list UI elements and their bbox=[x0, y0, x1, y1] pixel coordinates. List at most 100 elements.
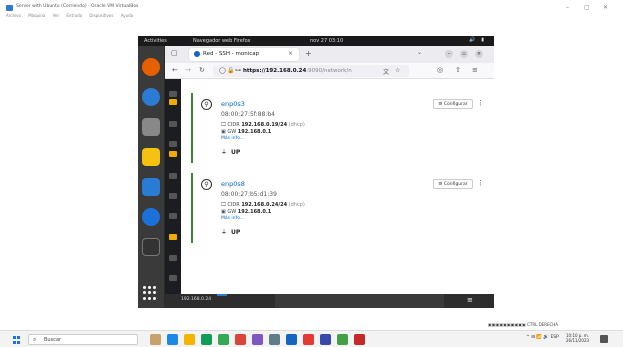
gnome-top-bar: Activities Navegador web Firefox nov 27 … bbox=[138, 36, 494, 46]
pocket-icon[interactable]: ◎ bbox=[437, 66, 443, 74]
help-icon[interactable] bbox=[142, 208, 160, 226]
reload-icon[interactable]: ↻ bbox=[199, 66, 205, 74]
firefox-navbar: ← → ↻ ◯ 🔒 ⊶ https://192.168.0.24:9090/ne… bbox=[165, 63, 494, 79]
sidebar-item-updates[interactable] bbox=[169, 234, 177, 240]
plug-icon: ⏚ bbox=[221, 229, 228, 236]
configure-button[interactable]: ⚙ Configurar bbox=[433, 99, 473, 109]
virtualbox-taskbar-icon[interactable] bbox=[320, 334, 331, 345]
key-icon: ⊶ bbox=[235, 67, 241, 74]
tab-overflow-icon[interactable]: ⌄ bbox=[417, 49, 422, 56]
taskbar-app-icon[interactable] bbox=[286, 334, 297, 345]
files-icon[interactable] bbox=[142, 118, 160, 136]
host-key-label: CTRL DERECHA bbox=[527, 322, 559, 327]
edge-icon[interactable] bbox=[167, 334, 178, 345]
interface-card: ⚲ enp0s3 08:00:27:5f:88:b4 🖵 CIDR 192.16… bbox=[191, 93, 484, 163]
sidebar-item-storage[interactable] bbox=[169, 141, 177, 147]
ff-minimize-button[interactable]: – bbox=[445, 50, 453, 58]
gnome-clock[interactable]: nov 27 03:10 bbox=[310, 38, 343, 44]
terminal-icon[interactable] bbox=[142, 238, 160, 256]
taskbar-apps bbox=[150, 334, 365, 345]
hamburger-menu-icon[interactable]: ≡ bbox=[472, 66, 478, 74]
taskbar-tray[interactable]: ^ ⊟ 📶 🔊 ESP bbox=[526, 335, 559, 340]
sidebar-item-overview[interactable] bbox=[169, 91, 177, 97]
virtualbox-icon bbox=[6, 5, 13, 11]
menu-dispositivos[interactable]: Dispositivos bbox=[89, 13, 113, 18]
forward-icon[interactable]: → bbox=[185, 66, 191, 74]
more-info-link[interactable]: Más info... bbox=[221, 216, 244, 221]
rhythmbox-icon[interactable] bbox=[142, 148, 160, 166]
windows-start-icon[interactable] bbox=[13, 336, 21, 344]
taskbar-app-icon[interactable] bbox=[354, 334, 365, 345]
interface-cidr: 🖵 CIDR 192.168.0.24/24 (dhcp) bbox=[221, 202, 305, 208]
menu-ayuda[interactable]: Ayuda bbox=[121, 13, 133, 18]
sidebar-item-tools[interactable] bbox=[169, 213, 177, 219]
interface-gateway: ▣ GW 192.168.0.1 bbox=[221, 129, 272, 135]
interface-mac: 08:00:27:5f:88:b4 bbox=[221, 111, 275, 118]
taskbar-app-icon[interactable] bbox=[235, 334, 246, 345]
minimize-button[interactable]: – bbox=[566, 4, 569, 11]
menu-maquina[interactable]: Máquina bbox=[28, 13, 45, 18]
chrome-icon[interactable] bbox=[201, 334, 212, 345]
firefox-icon[interactable] bbox=[142, 58, 160, 76]
taskbar-search[interactable]: ⌕ Buscar bbox=[28, 334, 138, 345]
taskbar-app-icon[interactable] bbox=[150, 334, 161, 345]
kebab-menu-icon[interactable]: ⋮ bbox=[477, 179, 484, 187]
sidebar-item-terminal[interactable] bbox=[169, 255, 177, 261]
vbox-status-bar: ▣▣▣▣▣▣▣▣▣▣ CTRL DERECHA bbox=[488, 322, 559, 327]
more-info-link[interactable]: Más info... bbox=[221, 136, 244, 141]
sidebar-item-accounts[interactable] bbox=[169, 173, 177, 179]
taskbar-app-icon[interactable] bbox=[269, 334, 280, 345]
restore-button[interactable]: ▢ bbox=[584, 4, 590, 11]
new-tab-button[interactable]: + bbox=[305, 49, 312, 58]
cockpit-sidebar bbox=[165, 79, 181, 294]
tab-close-icon[interactable]: × bbox=[288, 50, 293, 57]
activities-button[interactable]: Activities bbox=[144, 38, 167, 44]
location-pin-icon: ⚲ bbox=[201, 179, 212, 190]
translate-icon[interactable]: 文 bbox=[383, 67, 389, 76]
firefox-tabbar: ▢ Red - SSH - monicap × + ⌄ – ▫ × bbox=[165, 46, 494, 63]
location-pin-icon: ⚲ bbox=[201, 99, 212, 110]
explorer-icon[interactable] bbox=[184, 334, 195, 345]
interface-name[interactable]: enp0s3 bbox=[221, 100, 245, 108]
app-menu[interactable]: Navegador web Firefox bbox=[193, 38, 250, 44]
taskbar-app-icon[interactable] bbox=[252, 334, 263, 345]
host-address[interactable]: 192.168.0.24 bbox=[181, 297, 211, 302]
interface-gateway: ▣ GW 192.168.0.1 bbox=[221, 209, 272, 215]
bookmark-star-icon[interactable]: ☆ bbox=[395, 67, 400, 74]
interface-state: ⏚ UP bbox=[221, 149, 241, 156]
ff-close-button[interactable]: × bbox=[475, 50, 483, 58]
sidebar-item-settings[interactable] bbox=[169, 275, 177, 281]
shield-icon[interactable]: ◯ bbox=[219, 67, 226, 74]
thunderbird-icon[interactable] bbox=[142, 88, 160, 106]
taskbar-clock[interactable]: 10:10 p. m. 26/11/2023 bbox=[566, 333, 589, 343]
taskbar-app-icon[interactable] bbox=[337, 334, 348, 345]
taskbar-app-icon[interactable] bbox=[303, 334, 314, 345]
taskbar-app-icon[interactable] bbox=[218, 334, 229, 345]
sidebar-item-services[interactable] bbox=[169, 193, 177, 199]
kebab-menu-icon[interactable]: ⋮ bbox=[477, 99, 484, 107]
search-placeholder: Buscar bbox=[44, 337, 62, 343]
vm-display[interactable]: Activities Navegador web Firefox nov 27 … bbox=[138, 36, 494, 308]
notification-icon[interactable] bbox=[600, 335, 608, 343]
app-grid-icon[interactable] bbox=[143, 286, 157, 300]
ff-maximize-button[interactable]: ▫ bbox=[460, 50, 468, 58]
tab-red-ssh[interactable]: Red - SSH - monicap × bbox=[189, 48, 299, 61]
menu-ver[interactable]: Ver bbox=[53, 13, 60, 18]
menu-archivo[interactable]: Archivo bbox=[6, 13, 21, 18]
url-bar[interactable]: ◯ 🔒 ⊶ https://192.168.0.24:9090/network/… bbox=[213, 65, 409, 77]
close-button[interactable]: ✕ bbox=[603, 4, 608, 11]
cockpit-favicon bbox=[194, 51, 200, 57]
system-tray[interactable]: 🔊 ▮ bbox=[469, 37, 486, 43]
lock-icon[interactable]: 🔒 bbox=[227, 67, 234, 74]
interface-mac: 08:00:27:b5:d1:39 bbox=[221, 191, 277, 198]
configure-button[interactable]: ⚙ Configurar bbox=[433, 179, 473, 189]
sidebar-item-networking[interactable] bbox=[169, 151, 177, 157]
writer-icon[interactable] bbox=[142, 178, 160, 196]
share-icon[interactable]: ⇧ bbox=[455, 66, 461, 74]
tab-list-icon[interactable]: ▢ bbox=[171, 49, 178, 57]
back-icon[interactable]: ← bbox=[172, 66, 178, 74]
page-menu-icon[interactable]: ≡ bbox=[467, 296, 473, 304]
sidebar-item-logs[interactable] bbox=[169, 121, 177, 127]
interface-name[interactable]: enp0s8 bbox=[221, 180, 245, 188]
menu-entrada[interactable]: Entrada bbox=[66, 13, 82, 18]
